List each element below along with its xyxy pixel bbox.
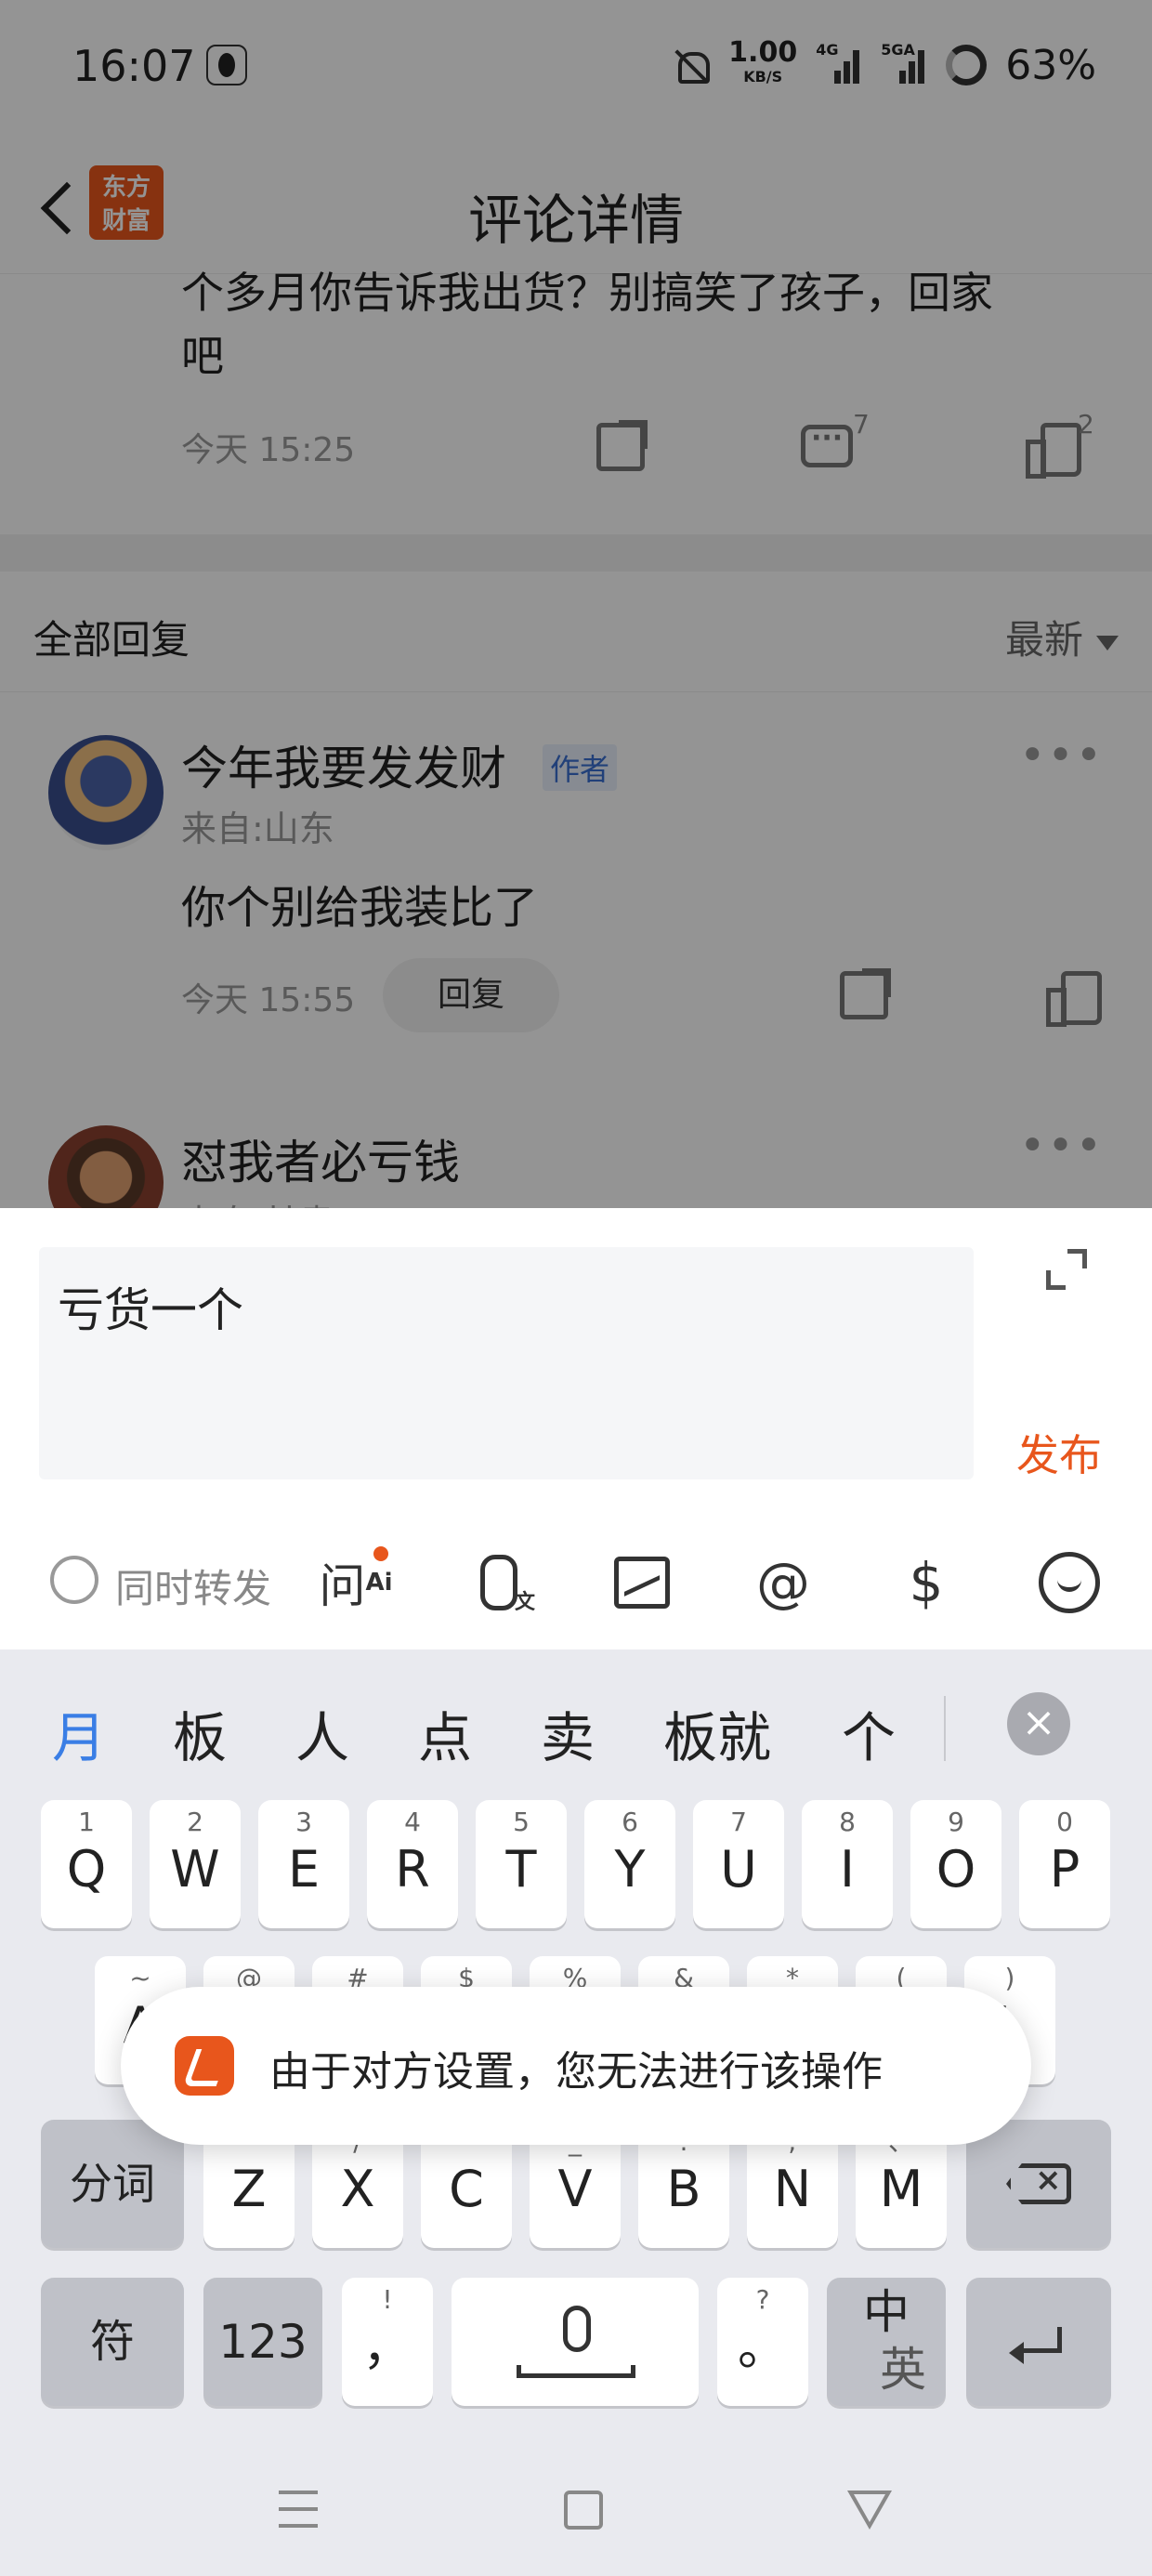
- key-q[interactable]: 1Q: [41, 1800, 132, 1928]
- emoji-icon[interactable]: [1037, 1550, 1102, 1615]
- image-icon[interactable]: [609, 1550, 674, 1615]
- key-hint: 5: [513, 1807, 530, 1837]
- key-r[interactable]: 4R: [367, 1800, 458, 1928]
- candidate-word[interactable]: 人: [295, 1694, 349, 1772]
- key-y[interactable]: 6Y: [584, 1800, 675, 1928]
- key-hint: ?: [755, 2284, 770, 2315]
- key-t[interactable]: 5T: [476, 1800, 567, 1928]
- key-label: T: [505, 1840, 537, 1899]
- symbol-key[interactable]: 符: [41, 2278, 184, 2406]
- key-label: C: [449, 2160, 484, 2218]
- candidate-word[interactable]: 点: [418, 1694, 472, 1772]
- home-icon[interactable]: [564, 2491, 603, 2530]
- back-triangle-icon[interactable]: [847, 2491, 892, 2530]
- key-label: M: [879, 2160, 923, 2218]
- key-label: ，: [362, 2318, 412, 2376]
- candidate-divider: [944, 1696, 946, 1761]
- key-hint: 4: [404, 1807, 421, 1837]
- forward-label[interactable]: 同时转发: [115, 1557, 271, 1614]
- publish-button[interactable]: 发布: [1016, 1422, 1102, 1483]
- key-w[interactable]: 2W: [150, 1800, 241, 1928]
- comment-composer: 亏货一个 发布 同时转发 问Ai @ $: [0, 1208, 1152, 1649]
- key-hint: !: [382, 2284, 393, 2315]
- candidate-word[interactable]: 月: [52, 1694, 106, 1772]
- key-label: 。: [738, 2318, 788, 2376]
- comment-detail-page: 16:07 1.00 KB/S 4G 5GA 63% 东方 财富 评论详情 个多…: [0, 0, 1152, 1208]
- key-label: V: [557, 2160, 593, 2218]
- key-label: Z: [231, 2160, 267, 2218]
- ai-ask-sub: Ai: [365, 1569, 393, 1597]
- key-hint: 7: [730, 1807, 747, 1837]
- key-label: B: [666, 2160, 701, 2218]
- stock-symbol-icon[interactable]: $: [894, 1550, 959, 1615]
- key-label: Q: [66, 1840, 107, 1899]
- candidate-word[interactable]: 个: [842, 1694, 896, 1772]
- key-label: I: [840, 1840, 855, 1899]
- modal-dim-overlay[interactable]: [0, 0, 1152, 1208]
- forward-checkbox[interactable]: [50, 1556, 98, 1604]
- key-label: U: [720, 1840, 757, 1899]
- key-hint: 6: [622, 1807, 638, 1837]
- mention-icon[interactable]: @: [751, 1550, 816, 1615]
- key-hint: 3: [295, 1807, 312, 1837]
- key-hint: 8: [839, 1807, 856, 1837]
- key-i[interactable]: 8I: [802, 1800, 893, 1928]
- key-label: P: [1049, 1840, 1080, 1899]
- app-logo-icon: [175, 2036, 234, 2096]
- key-label: E: [287, 1840, 321, 1899]
- key-hint: 0: [1056, 1807, 1073, 1837]
- candidate-word[interactable]: 板: [173, 1694, 227, 1772]
- toast-message: 由于对方设置，您无法进行该操作: [121, 1987, 1031, 2145]
- key-p[interactable]: 0P: [1019, 1800, 1110, 1928]
- key-e[interactable]: 3E: [258, 1800, 349, 1928]
- space-key[interactable]: [452, 2278, 699, 2406]
- key-hint: ): [1004, 1963, 1015, 1993]
- expand-icon[interactable]: [1046, 1249, 1087, 1290]
- composer-toolbar: 同时转发 问Ai @ $: [0, 1533, 1152, 1636]
- microphone-icon: [563, 2306, 591, 2352]
- key-hint: ~: [129, 1963, 151, 1993]
- key-o[interactable]: 9O: [910, 1800, 1001, 1928]
- key-label: W: [170, 1840, 220, 1899]
- recent-apps-icon[interactable]: [279, 2491, 318, 2528]
- key-label: O: [936, 1840, 976, 1899]
- voice-to-text-icon[interactable]: [466, 1550, 535, 1615]
- key-label: N: [773, 2160, 812, 2218]
- key-label: X: [340, 2160, 375, 2218]
- ai-new-dot: [373, 1546, 388, 1561]
- backspace-key[interactable]: ×: [966, 2120, 1111, 2248]
- ai-ask-label: 问: [319, 1559, 366, 1613]
- key-label: R: [395, 1840, 430, 1899]
- key-u[interactable]: 7U: [693, 1800, 784, 1928]
- language-switch-key[interactable]: 中英: [827, 2278, 946, 2406]
- segment-key[interactable]: 分词: [41, 2120, 184, 2248]
- key-hint: 1: [78, 1807, 95, 1837]
- period-key[interactable]: ?。: [717, 2278, 808, 2406]
- candidate-word[interactable]: 板就: [663, 1694, 771, 1772]
- ai-ask-icon[interactable]: 问 Ai: [319, 1546, 393, 1615]
- lang-en-label: 英: [880, 2343, 926, 2397]
- key-hint: 2: [187, 1807, 203, 1837]
- key-hint: 9: [948, 1807, 964, 1837]
- lang-zh-label: 中: [863, 2285, 910, 2339]
- key-label: Y: [614, 1840, 646, 1899]
- comma-key[interactable]: !，: [342, 2278, 433, 2406]
- toast-text: 由于对方设置，您无法进行该操作: [269, 2048, 883, 2096]
- candidate-word[interactable]: 卖: [541, 1694, 595, 1772]
- system-navigation-bar: [0, 2444, 1152, 2576]
- enter-key[interactable]: [966, 2278, 1111, 2406]
- space-icon: [517, 2365, 635, 2378]
- number-key[interactable]: 123: [203, 2278, 322, 2406]
- close-candidates-icon[interactable]: ×: [1007, 1692, 1070, 1755]
- candidate-bar: 月 板 人 点 卖 板就 个 ×: [0, 1649, 1152, 1798]
- comment-input[interactable]: 亏货一个: [39, 1247, 974, 1479]
